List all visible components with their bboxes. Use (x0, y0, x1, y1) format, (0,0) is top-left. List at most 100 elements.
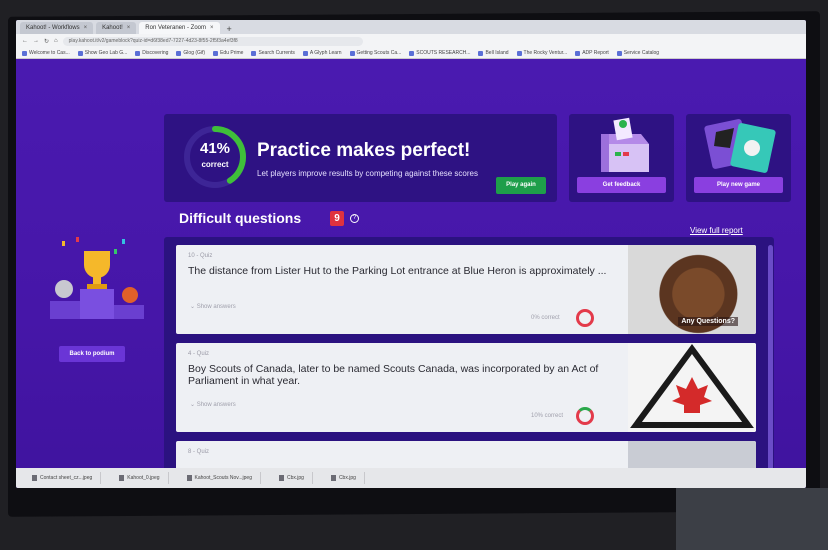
bookmark-icon (176, 50, 182, 56)
show-answers-toggle[interactable]: ⌄ Show answers (190, 303, 236, 310)
question-meta: 4 - Quiz (188, 351, 210, 357)
bookmark[interactable]: SCOUTS RESEARCH... (409, 50, 470, 56)
play-new-game-button[interactable]: Play new game (694, 177, 783, 193)
get-feedback-button[interactable]: Get feedback (577, 177, 666, 193)
new-tab-button[interactable]: + (223, 24, 236, 34)
bookmark-icon (135, 50, 141, 56)
help-icon[interactable]: ? (350, 214, 359, 223)
browser-tab[interactable]: Kahoot! - Workflows × (20, 22, 94, 34)
download-filename: Contact sheet_cz...jpeg (40, 475, 93, 481)
download-item[interactable]: Cbx.jpg (271, 472, 313, 484)
image-caption: SCOUTS CANADA (660, 421, 744, 430)
bookmarks-bar: Welcome to Cas... Show Geo Lab G... Disc… (16, 48, 806, 59)
file-icon (186, 475, 192, 481)
download-filename: Cbx.jpg (338, 475, 356, 481)
tab-label: Ron Veteranen - Zoom (145, 25, 206, 31)
back-to-podium-button[interactable]: Back to podium (59, 346, 125, 362)
download-item[interactable]: Contact sheet_cz...jpeg (24, 472, 102, 484)
bookmark[interactable]: Getting Scouts Ca... (349, 50, 402, 56)
practice-banner: 41% correct Practice makes perfect! Let … (164, 114, 557, 202)
bookmark-icon (251, 50, 257, 56)
url-field[interactable]: play.kahoot.it/v2/gameblock?quiz-id=d6f3… (62, 36, 363, 46)
bookmark-label: Getting Scouts Ca... (356, 50, 402, 56)
question-correct-rate: 10% correct (531, 413, 564, 419)
bookmark[interactable]: Edu Prime (213, 50, 243, 56)
image-caption: Any Questions? (678, 317, 738, 326)
bookmark[interactable]: Discovering (135, 50, 168, 56)
bookmark-label: ADP Report (582, 50, 609, 56)
photo-of-monitor: Kahoot! - Workflows × Kahoot! × Ron Vetera… (0, 0, 828, 550)
tab-label: Kahoot! (102, 25, 123, 31)
bookmark-label: Discovering (142, 50, 169, 56)
bookmark-label: SCOUTS RESEARCH... (416, 50, 471, 56)
download-filename: Kahoot_0.jpeg (127, 475, 160, 481)
browser-tab-bar: Kahoot! - Workflows × Kahoot! × Ron Vetera… (16, 20, 806, 34)
monitor-screen: Kahoot! - Workflows × Kahoot! × Ron Vetera… (16, 20, 806, 488)
banner-subtitle: Let players improve results by competing… (257, 169, 478, 178)
browser-tab-active[interactable]: Ron Veteranen - Zoom × (139, 22, 220, 34)
download-item[interactable]: Cbx.jpg (323, 472, 365, 484)
show-answers-toggle[interactable]: ⌄ Show answers (190, 401, 236, 408)
ballot-box-icon (601, 117, 649, 172)
file-icon (32, 475, 37, 481)
bookmark[interactable]: ADP Report (575, 50, 609, 56)
bookmark[interactable]: Bell Island (478, 50, 509, 56)
show-answers-label: Show answers (196, 304, 236, 310)
reload-icon[interactable]: ↻ (44, 38, 49, 45)
question-image-bear: Any Questions? (628, 245, 756, 334)
download-item[interactable]: Kahoot_Scouts Nov...jpeg (179, 472, 261, 484)
bookmark-icon (575, 50, 581, 56)
bookmark[interactable]: Welcome to Cas... (22, 50, 70, 56)
forward-arrow-icon[interactable]: → (33, 38, 39, 44)
question-meta: 8 - Quiz (188, 449, 210, 455)
browser-tab[interactable]: Kahoot! × (96, 22, 137, 34)
correct-donut-icon (576, 309, 594, 327)
bookmark[interactable]: Show Geo Lab G... (77, 50, 128, 56)
file-icon (119, 475, 125, 481)
download-item[interactable]: Kahoot_0.jpeg (111, 472, 169, 484)
difficult-questions-heading: Difficult questions (179, 210, 302, 226)
bookmark[interactable]: The Rocky Ventur... (516, 50, 568, 56)
back-arrow-icon[interactable]: ← (22, 38, 28, 44)
bookmark-icon (516, 50, 522, 56)
bookmark-label: Edu Prime (220, 50, 244, 56)
close-icon[interactable]: × (127, 25, 131, 31)
bookmark[interactable]: Glog (Gif) (176, 50, 205, 56)
downloads-bar: Contact sheet_cz...jpeg Kahoot_0.jpeg Ka… (16, 468, 806, 488)
question-text: The distance from Lister Hut to the Park… (188, 265, 607, 277)
bookmark-label: Service Catalog (623, 50, 660, 56)
bookmark[interactable]: Service Catalog (616, 50, 660, 56)
difficult-questions-list: 10 - Quiz The distance from Lister Hut t… (164, 237, 774, 488)
bookmark-icon (349, 50, 355, 56)
bookmark-icon (616, 50, 622, 56)
bookmark[interactable]: Search Currents (251, 50, 295, 56)
podium-trophy-icon (50, 237, 144, 319)
close-icon[interactable]: × (210, 25, 214, 31)
bookmark-label: Bell Island (485, 50, 509, 56)
play-again-button[interactable]: Play again (496, 177, 546, 194)
view-full-report-link[interactable]: View full report (690, 226, 743, 235)
question-card[interactable]: 4 - Quiz Boy Scouts of Canada, later to … (176, 343, 756, 432)
bookmark-icon (213, 50, 219, 56)
question-card[interactable]: 10 - Quiz The distance from Lister Hut t… (176, 245, 756, 334)
tab-label: Kahoot! - Workflows (26, 25, 80, 31)
list-scrollbar[interactable] (768, 245, 773, 483)
score-ring (184, 126, 246, 188)
show-answers-label: Show answers (196, 402, 236, 408)
bookmark-label: The Rocky Ventur... (523, 50, 568, 56)
bookmark-label: Show Geo Lab G... (84, 50, 128, 56)
home-icon[interactable]: ⌂ (54, 38, 58, 44)
feedback-card: Get feedback (569, 114, 674, 202)
close-icon[interactable]: × (84, 25, 88, 31)
bookmark[interactable]: A Glyph Learn (302, 50, 342, 56)
new-game-card: Play new game (686, 114, 791, 202)
banner-title: Practice makes perfect! (257, 140, 471, 161)
bookmark-icon (409, 50, 415, 56)
score-percent-label: correct (201, 160, 229, 169)
question-image-scouts-logo: SCOUTS CANADA (628, 343, 756, 432)
address-bar: ← → ↻ ⌂ play.kahoot.it/v2/gameblock?quiz… (16, 34, 806, 48)
file-icon (330, 475, 336, 481)
bookmark-icon (302, 50, 308, 56)
bookmark-icon (77, 50, 83, 56)
question-correct-rate: 0% correct (531, 315, 560, 321)
